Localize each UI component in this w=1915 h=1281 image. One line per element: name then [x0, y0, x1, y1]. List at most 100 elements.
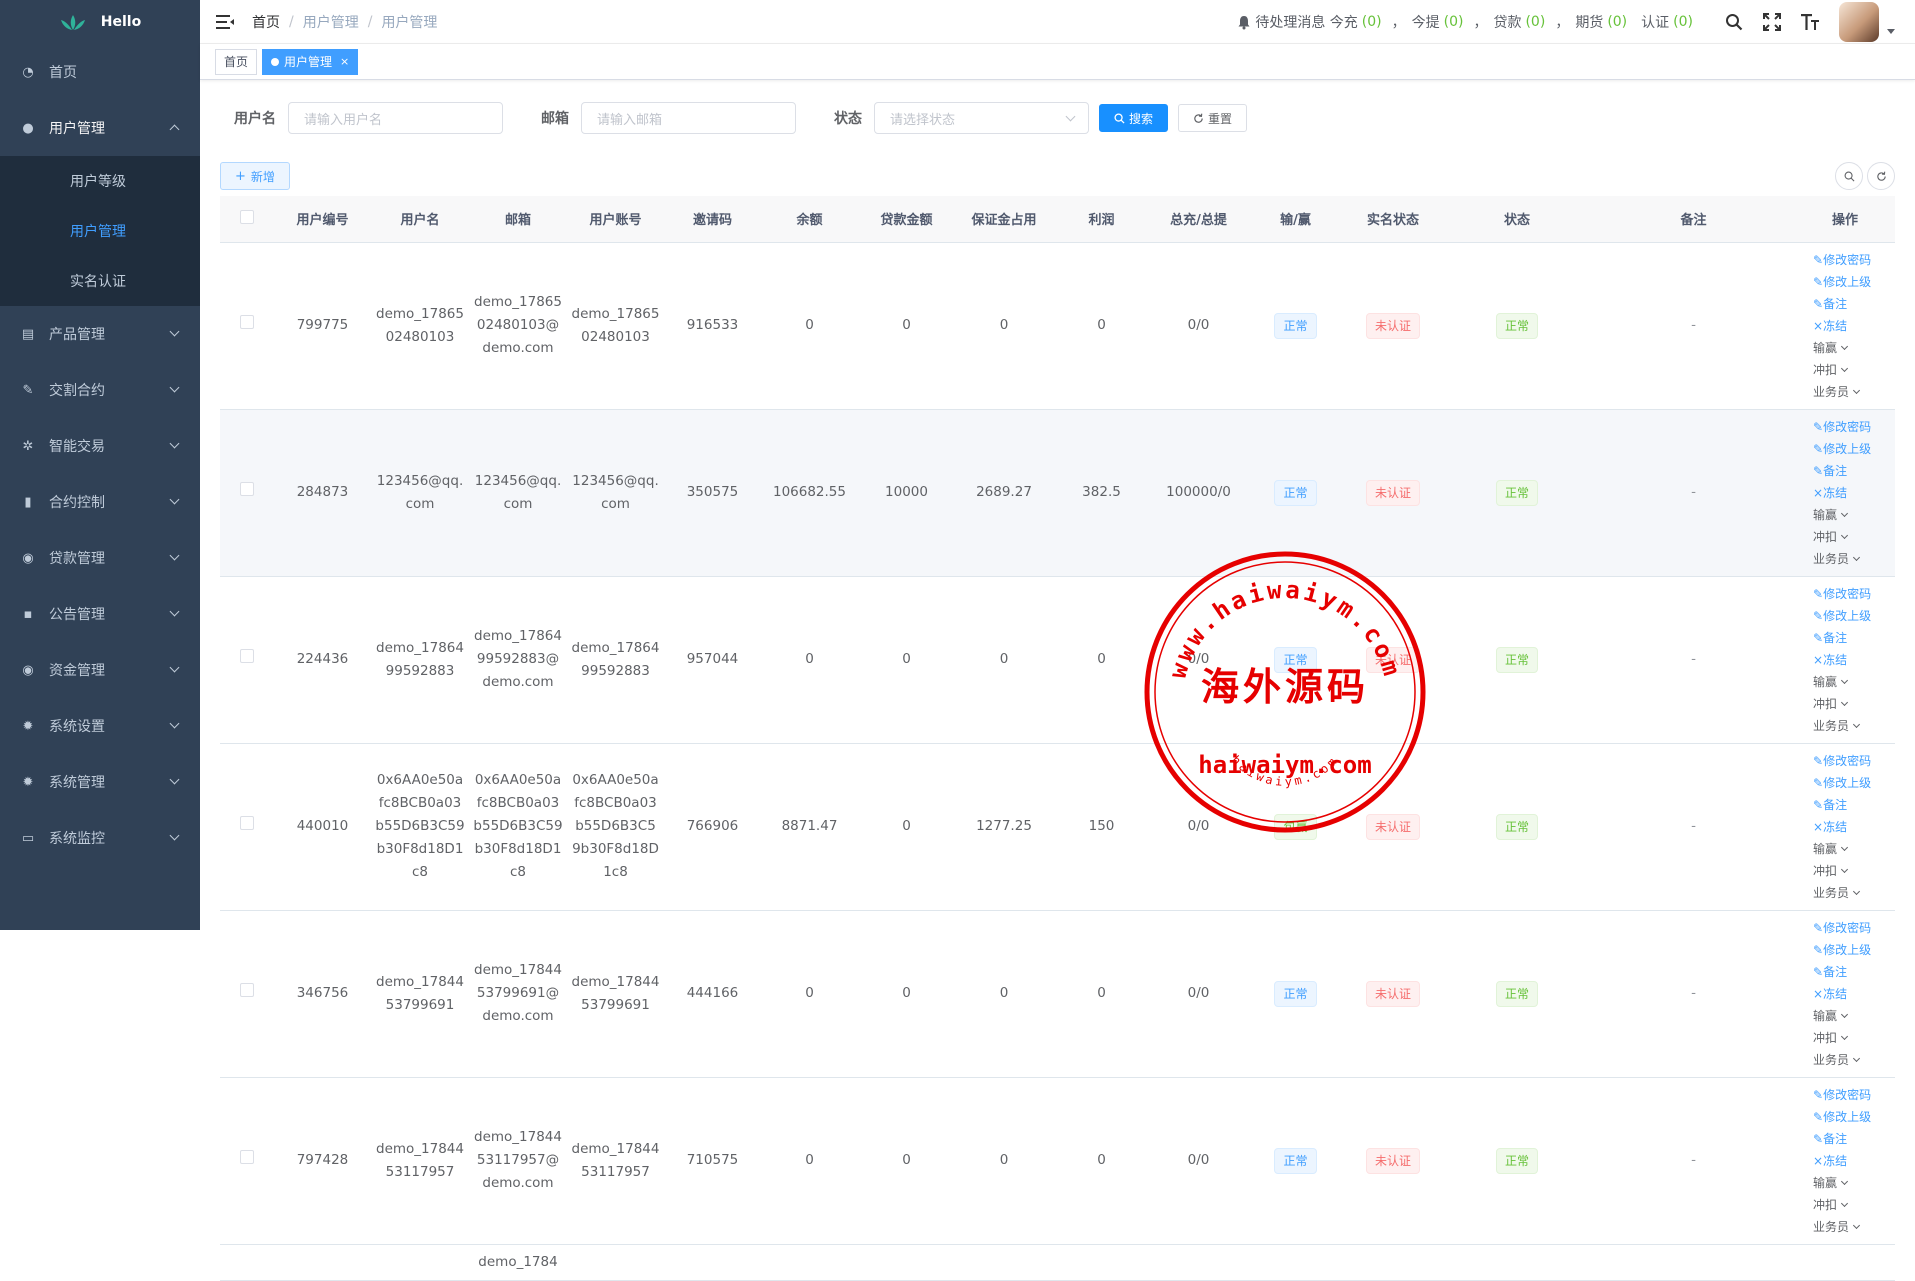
sidebar-item-5[interactable]: ▮ 合约控制 [0, 474, 200, 530]
winlose-dropdown[interactable]: 输赢 [1813, 675, 1849, 689]
cell-invite: 444166 [664, 910, 761, 1078]
change-parent-link[interactable]: ✎修改上级 [1813, 776, 1871, 790]
change-password-link[interactable]: ✎修改密码 [1813, 253, 1871, 267]
salesman-dropdown[interactable]: 业务员 [1813, 1220, 1861, 1234]
salesman-dropdown[interactable]: 业务员 [1813, 1053, 1861, 1067]
offset-dropdown[interactable]: 冲扣 [1813, 530, 1849, 544]
sidebar-item-7[interactable]: ▪ 公告管理 [0, 586, 200, 642]
hamburger-icon[interactable] [216, 14, 234, 30]
change-parent-link[interactable]: ✎修改上级 [1813, 943, 1871, 957]
main-content: 用户名 请输入用户名 邮箱 请输入邮箱 状态 请选择状态 搜索 重置 + 新增 … [200, 80, 1915, 1281]
sidebar-item-11[interactable]: ▭ 系统监控 [0, 810, 200, 866]
realname-badge: 未认证 [1365, 813, 1420, 840]
winlose-dropdown[interactable]: 输赢 [1813, 842, 1849, 856]
offset-dropdown[interactable]: 冲扣 [1813, 1198, 1849, 1212]
table-row[interactable]: 284873 123456@qq.com 123456@qq.com 123456@q… [220, 409, 1895, 577]
fullscreen-icon[interactable] [1761, 11, 1783, 33]
sidebar-item-2[interactable]: ▤ 产品管理 [0, 306, 200, 362]
table-row[interactable]: 797428 demo_1784453117957 demo_17844531179… [220, 1077, 1895, 1245]
pending-notices[interactable]: 待处理消息 今充 (0) ， 今提 (0) ， 贷款 (0) ， 期货 (0) … [1237, 12, 1697, 32]
search-icon[interactable] [1723, 11, 1745, 33]
row-checkbox[interactable] [240, 315, 254, 329]
email-input[interactable]: 请输入邮箱 [581, 102, 796, 134]
breadcrumb-home[interactable]: 首页 [252, 12, 280, 32]
sidebar-item-1[interactable]: ● 用户管理 [0, 100, 200, 156]
change-parent-link[interactable]: ✎修改上级 [1813, 1110, 1871, 1124]
close-icon[interactable]: × [340, 50, 349, 74]
change-parent-link[interactable]: ✎修改上级 [1813, 442, 1871, 456]
freeze-link[interactable]: ×冻结 [1813, 1154, 1847, 1168]
sidebar-item-4[interactable]: ✲ 智能交易 [0, 418, 200, 474]
chevron-down-icon[interactable] [1887, 28, 1895, 34]
realname-badge: 未认证 [1365, 980, 1420, 1007]
row-checkbox[interactable] [240, 649, 254, 663]
notice-label-withdraw: 今提 [1411, 15, 1440, 31]
freeze-link[interactable]: ×冻结 [1813, 319, 1847, 333]
chevron-down-icon [1852, 720, 1861, 728]
change-password-link[interactable]: ✎修改密码 [1813, 420, 1871, 434]
offset-dropdown[interactable]: 冲扣 [1813, 864, 1849, 878]
avatar[interactable] [1839, 2, 1879, 42]
sidebar-item-3[interactable]: ✎ 交割合约 [0, 362, 200, 418]
freeze-link[interactable]: ×冻结 [1813, 653, 1847, 667]
change-parent-link[interactable]: ✎修改上级 [1813, 275, 1871, 289]
offset-dropdown[interactable]: 冲扣 [1813, 697, 1849, 711]
table-row[interactable]: 799775 demo_1786502480103 demo_17865024801… [220, 242, 1895, 410]
row-checkbox[interactable] [240, 482, 254, 496]
sidebar-item-6[interactable]: ◉ 贷款管理 [0, 530, 200, 586]
font-size-icon[interactable] [1799, 11, 1821, 33]
winlose-dropdown[interactable]: 输赢 [1813, 1009, 1849, 1023]
change-password-link[interactable]: ✎修改密码 [1813, 754, 1871, 768]
remark-link[interactable]: ✎备注 [1813, 1132, 1847, 1146]
salesman-dropdown[interactable]: 业务员 [1813, 886, 1861, 900]
add-button[interactable]: + 新增 [220, 162, 290, 190]
sidebar-item-0[interactable]: ◔ 首页 [0, 44, 200, 100]
change-parent-link[interactable]: ✎修改上级 [1813, 609, 1871, 623]
tag-user-management[interactable]: 用户管理 × [262, 48, 359, 75]
winlose-dropdown[interactable]: 输赢 [1813, 508, 1849, 522]
submenu-item-0[interactable]: 用户等级 [0, 156, 200, 206]
remark-link[interactable]: ✎备注 [1813, 464, 1847, 478]
winlose-dropdown[interactable]: 输赢 [1813, 1176, 1849, 1190]
row-checkbox[interactable] [240, 1150, 254, 1164]
change-password-link[interactable]: ✎修改密码 [1813, 921, 1871, 935]
remark-link[interactable]: ✎备注 [1813, 297, 1847, 311]
remark-link[interactable]: ✎备注 [1813, 798, 1847, 812]
username-input[interactable]: 请输入用户名 [288, 102, 503, 134]
winlose-badge: 正常 [1274, 479, 1317, 506]
toggle-search-icon[interactable] [1835, 162, 1863, 190]
offset-dropdown[interactable]: 冲扣 [1813, 363, 1849, 377]
sidebar-item-10[interactable]: ✹ 系统管理 [0, 754, 200, 810]
offset-dropdown[interactable]: 冲扣 [1813, 1031, 1849, 1045]
table-row[interactable]: demo_1784 [220, 1244, 1895, 1281]
freeze-link[interactable]: ×冻结 [1813, 486, 1847, 500]
sidebar-item-9[interactable]: ✹ 系统设置 [0, 698, 200, 754]
table-header: 用户编号 用户名 邮箱 用户账号 邀请码 余额 贷款金额 保证金占用 利润 总充/总提 输/赢 实名状… [220, 196, 1895, 243]
sidebar-item-8[interactable]: ◉ 资金管理 [0, 642, 200, 698]
refresh-icon[interactable] [1867, 162, 1895, 190]
change-password-link[interactable]: ✎修改密码 [1813, 1088, 1871, 1102]
salesman-dropdown[interactable]: 业务员 [1813, 385, 1861, 399]
status-select[interactable]: 请选择状态 [874, 102, 1089, 134]
freeze-link[interactable]: ×冻结 [1813, 987, 1847, 1001]
submenu-item-2[interactable]: 实名认证 [0, 256, 200, 306]
app-logo[interactable]: Hello [0, 0, 200, 44]
submenu-item-1[interactable]: 用户管理 [0, 206, 200, 256]
winlose-dropdown[interactable]: 输赢 [1813, 341, 1849, 355]
tag-home[interactable]: 首页 [215, 48, 258, 75]
freeze-link[interactable]: ×冻结 [1813, 820, 1847, 834]
row-checkbox[interactable] [240, 983, 254, 997]
remark-link[interactable]: ✎备注 [1813, 965, 1847, 979]
salesman-dropdown[interactable]: 业务员 [1813, 552, 1861, 566]
column-header: 用户账号 [567, 196, 664, 243]
salesman-dropdown[interactable]: 业务员 [1813, 719, 1861, 733]
table-row[interactable]: 224436 demo_1786499592883 demo_17864995928… [220, 576, 1895, 744]
row-checkbox[interactable] [240, 816, 254, 830]
select-all-checkbox[interactable] [240, 209, 254, 224]
remark-link[interactable]: ✎备注 [1813, 631, 1847, 645]
table-row[interactable]: 346756 demo_1784453799691 demo_17844537996… [220, 910, 1895, 1078]
search-button[interactable]: 搜索 [1099, 104, 1169, 132]
reset-button[interactable]: 重置 [1178, 104, 1248, 132]
change-password-link[interactable]: ✎修改密码 [1813, 587, 1871, 601]
table-row[interactable]: 440010 0x6AA0e50afc8BCB0a03b55D6B3C59b30F… [220, 743, 1895, 911]
